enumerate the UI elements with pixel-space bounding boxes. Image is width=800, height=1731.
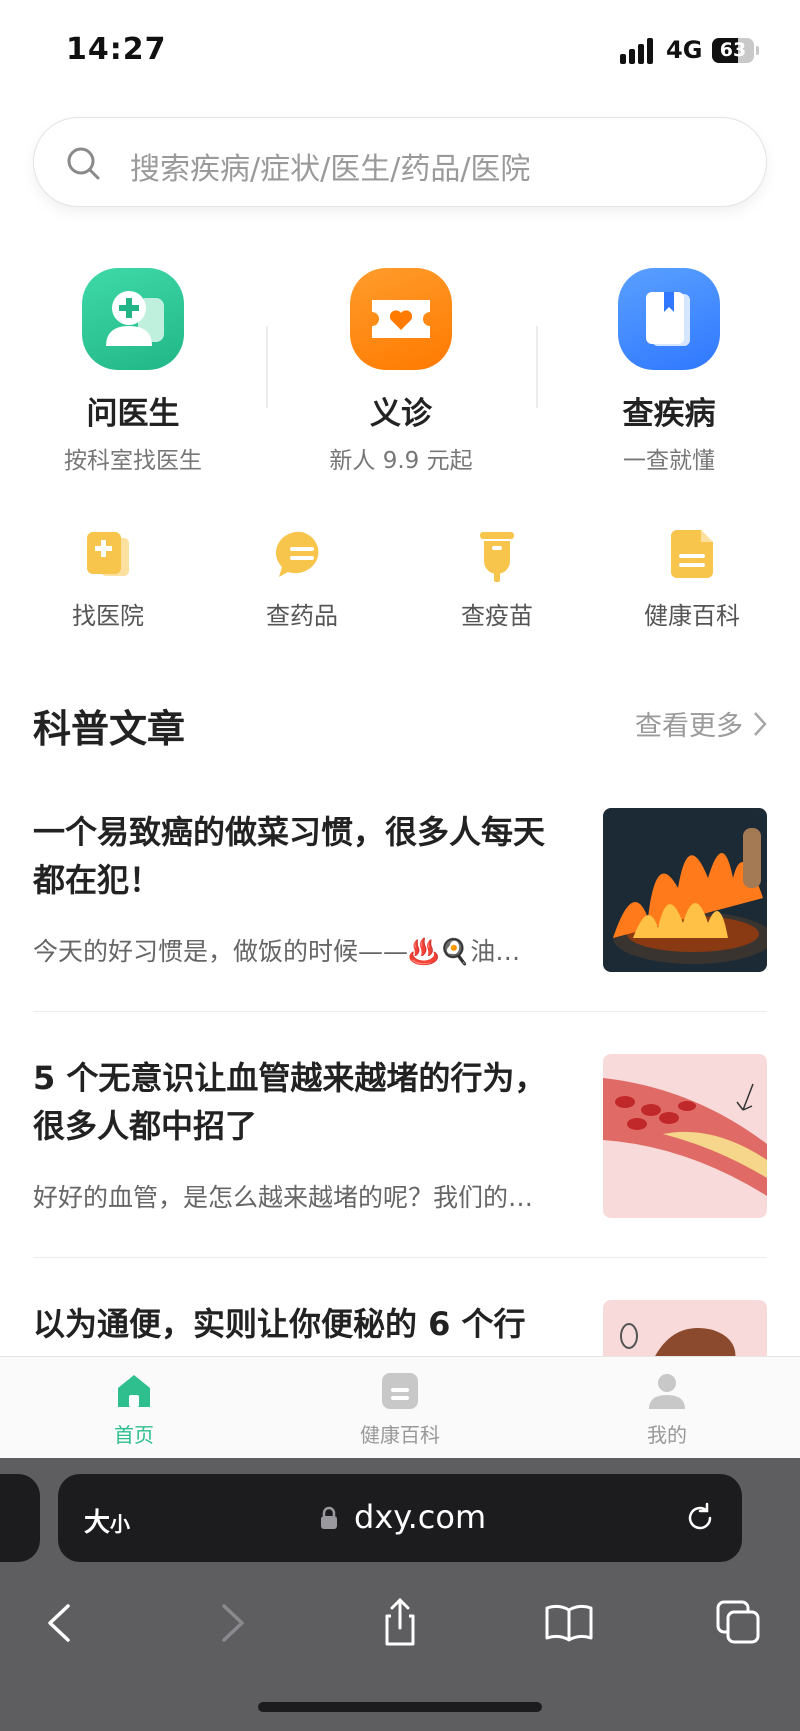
back-icon[interactable]	[36, 1598, 86, 1648]
person-icon	[647, 1371, 687, 1411]
service-title: 义诊	[370, 396, 432, 432]
article-title: 一个易致癌的做菜习惯，很多人每天都在犯！	[33, 813, 546, 899]
blood-vessel-image	[603, 1054, 767, 1218]
service-divider	[536, 326, 538, 408]
tab-health-wiki[interactable]: 健康百科	[320, 1371, 480, 1448]
lock-icon	[321, 1506, 337, 1529]
article-title: 5 个无意识让血管越来越堵的行为，很多人都中招了	[33, 1059, 547, 1145]
home-indicator	[258, 1702, 542, 1712]
tab-label: 健康百科	[360, 1423, 440, 1447]
article-divider	[33, 1257, 767, 1258]
reload-icon[interactable]	[684, 1502, 716, 1534]
mini-health-wiki[interactable]: 健康百科	[617, 528, 767, 631]
mini-label: 找医院	[72, 602, 144, 630]
service-title: 查疾病	[622, 396, 716, 432]
service-ask-doctor[interactable]: 问医生 按科室找医生	[23, 268, 243, 478]
mini-check-drug[interactable]: 查药品	[227, 528, 377, 631]
article-desc: 好好的血管，是怎么越来越堵的呢？我们的…	[33, 1183, 534, 1212]
bottom-tab-bar: 首页 健康百科 我的	[0, 1356, 800, 1458]
book-icon	[618, 268, 720, 370]
tab-mine[interactable]: 我的	[587, 1371, 747, 1448]
service-free-clinic[interactable]: 义诊 新人 9.9 元起	[291, 268, 511, 478]
text-size-button[interactable]: 大小	[84, 1502, 130, 1539]
pill-chat-icon	[275, 528, 329, 582]
home-icon	[114, 1371, 154, 1411]
network-type: 4G	[666, 36, 703, 64]
mini-check-vaccine[interactable]: 查疫苗	[422, 528, 572, 631]
address-bar[interactable]: 大小 dxy.com	[58, 1474, 742, 1562]
document-icon	[380, 1371, 420, 1411]
service-check-disease[interactable]: 查疾病 一查就懂	[559, 268, 779, 478]
ticket-heart-icon	[350, 268, 452, 370]
service-subtitle: 新人 9.9 元起	[329, 448, 473, 474]
tab-label: 我的	[647, 1423, 687, 1447]
battery-tip	[756, 46, 759, 55]
encyclopedia-icon	[665, 528, 719, 582]
doctor-icon	[82, 268, 184, 370]
article-title: 以为通便，实则让你便秘的 6 个行	[33, 1305, 526, 1343]
article-item[interactable]: 5 个无意识让血管越来越堵的行为，很多人都中招了 好好的血管，是怎么越来越堵的呢…	[33, 1054, 767, 1218]
status-time: 14:27	[66, 32, 167, 67]
section-title: 科普文章	[33, 707, 186, 751]
tabs-icon[interactable]	[714, 1598, 764, 1648]
text-size-large: 大	[84, 1508, 111, 1538]
article-item[interactable]: 一个易致癌的做菜习惯，很多人每天都在犯！ 今天的好习惯是，做饭的时候——♨️🍳油…	[33, 808, 767, 972]
signal-icon	[620, 38, 656, 64]
article-desc: 今天的好习惯是，做饭的时候——♨️🍳油…	[33, 937, 521, 966]
battery-icon: 63	[712, 38, 754, 63]
search-placeholder: 搜索疾病/症状/医生/药品/医院	[130, 152, 531, 187]
mini-label: 健康百科	[644, 602, 740, 630]
search-bar[interactable]: 搜索疾病/症状/医生/药品/医院	[33, 117, 767, 207]
article-divider	[33, 1011, 767, 1012]
stomach-image	[603, 1300, 767, 1356]
mini-find-hospital[interactable]: 找医院	[33, 528, 183, 631]
hospital-doc-icon	[81, 528, 135, 582]
service-title: 问医生	[86, 396, 180, 432]
forward-icon[interactable]	[206, 1598, 256, 1648]
service-subtitle: 按科室找医生	[64, 448, 202, 474]
chevron-right-icon	[754, 711, 767, 736]
search-icon	[67, 147, 100, 180]
tab-label: 首页	[114, 1423, 154, 1447]
article-item[interactable]: 以为通便，实则让你便秘的 6 个行	[33, 1300, 767, 1356]
view-more-label: 查看更多	[635, 711, 743, 742]
view-more-link[interactable]: 查看更多	[635, 704, 767, 743]
mini-label: 查药品	[266, 602, 338, 630]
text-size-small: 小	[110, 1512, 131, 1536]
cooking-flame-image	[603, 808, 767, 972]
service-divider	[266, 326, 268, 408]
previous-tab-peek[interactable]	[0, 1474, 40, 1562]
url-host: dxy.com	[354, 1498, 487, 1536]
status-bar: 14:27 4G 63	[0, 0, 800, 96]
bookmarks-icon[interactable]	[544, 1598, 594, 1648]
mini-label: 查疫苗	[461, 602, 533, 630]
battery-percent: 63	[719, 39, 747, 61]
vaccine-icon	[470, 528, 524, 582]
browser-toolbar: 大小 dxy.com	[0, 1458, 800, 1731]
service-subtitle: 一查就懂	[623, 448, 715, 474]
tab-home[interactable]: 首页	[54, 1371, 214, 1448]
share-icon[interactable]	[375, 1598, 425, 1648]
